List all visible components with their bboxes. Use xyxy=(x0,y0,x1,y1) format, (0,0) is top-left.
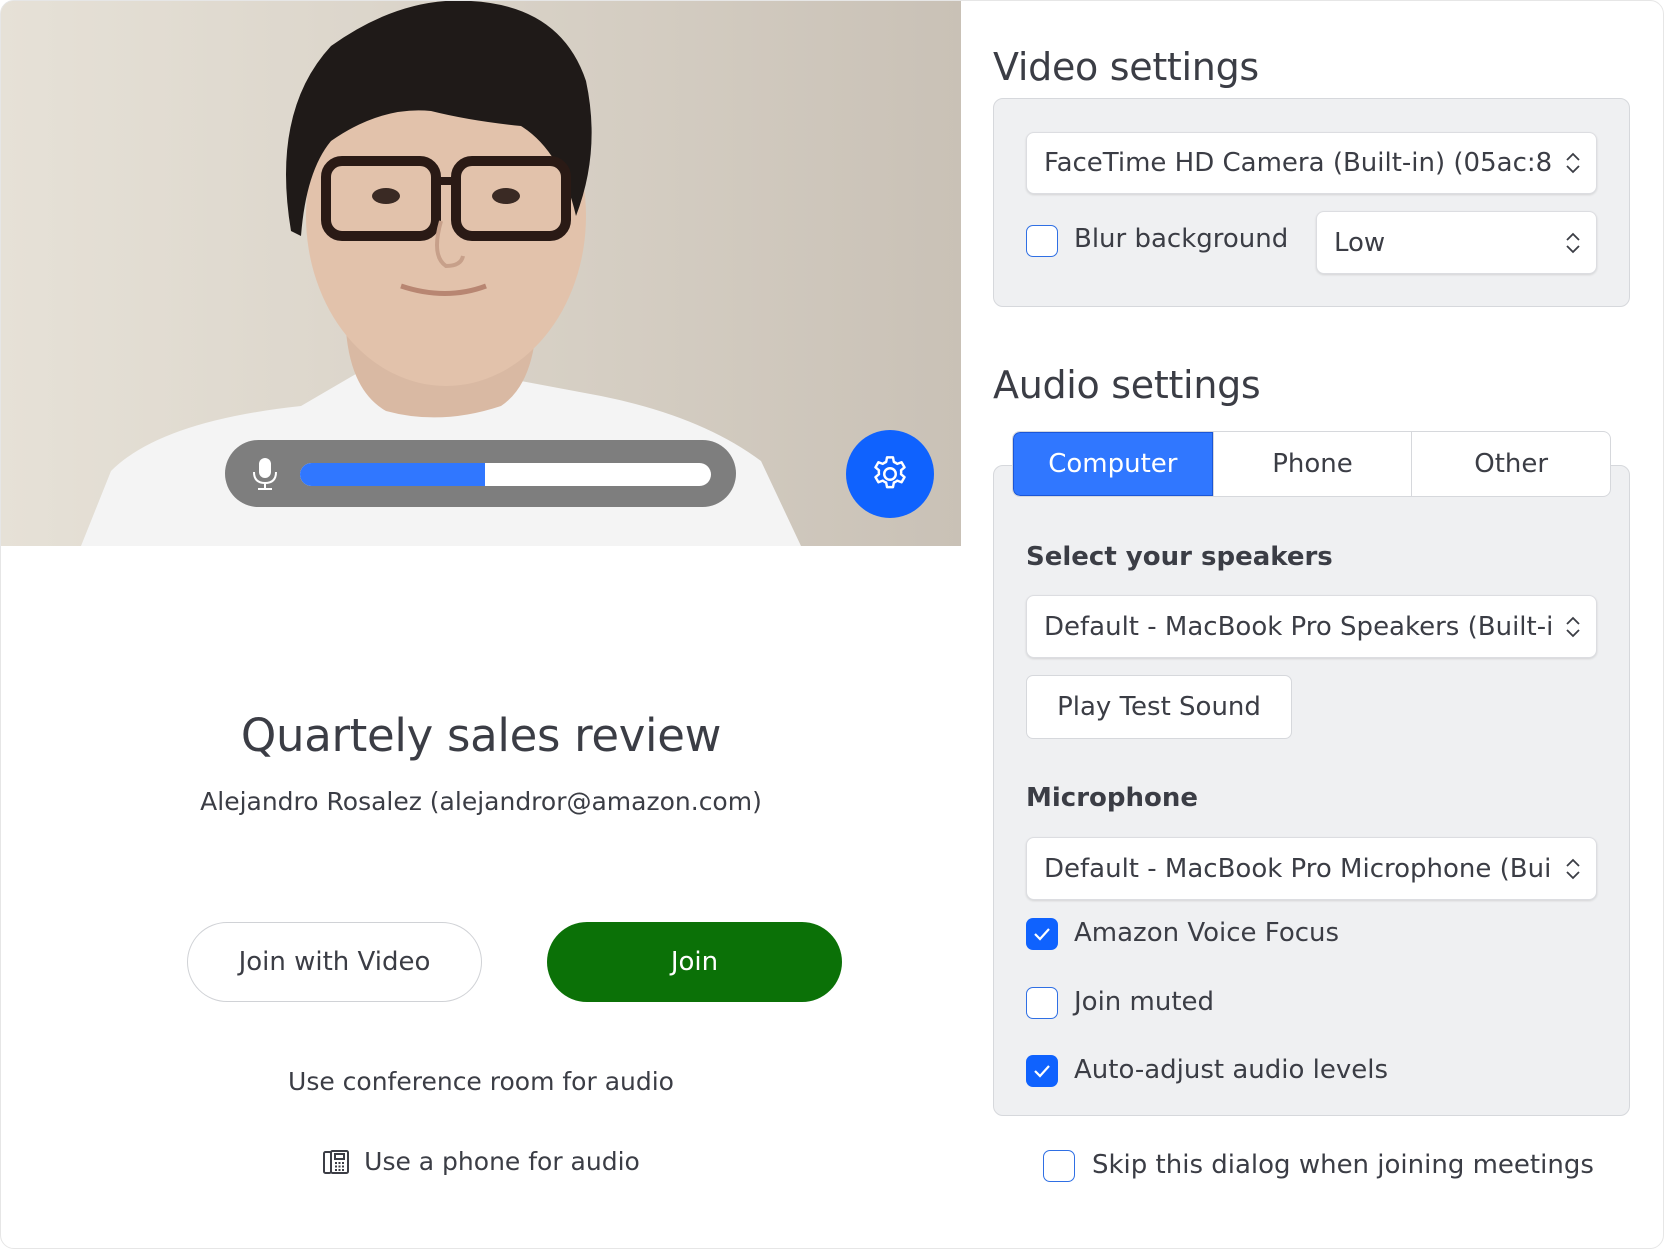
meeting-title: Quartely sales review xyxy=(240,709,722,762)
chevron-up-down-icon xyxy=(1566,232,1580,253)
use-conference-room-link[interactable]: Use conference room for audio xyxy=(1,1067,961,1096)
audio-settings-title: Audio settings xyxy=(993,363,1261,407)
chevron-up-down-icon xyxy=(1566,858,1580,879)
gear-icon xyxy=(874,456,906,489)
mic-level-fill xyxy=(300,463,485,486)
meeting-user: Alejandro Rosalez (alejandror@amazon.com… xyxy=(200,787,762,816)
video-settings-button[interactable] xyxy=(846,430,934,518)
speakers-select[interactable]: Default - MacBook Pro Speakers (Built-in… xyxy=(1026,595,1597,658)
auto-adjust-label: Auto-adjust audio levels xyxy=(1074,1055,1389,1085)
skip-dialog-label: Skip this dialog when joining meetings xyxy=(1092,1150,1594,1180)
mic-level-indicator xyxy=(225,440,736,507)
join-muted-checkbox[interactable] xyxy=(1026,987,1058,1019)
join-button[interactable]: Join xyxy=(547,922,842,1002)
voice-focus-label: Amazon Voice Focus xyxy=(1074,918,1340,948)
speakers-label: Select your speakers xyxy=(1026,542,1333,572)
video-settings-panel xyxy=(993,98,1630,307)
audio-source-tabs: Computer Phone Other xyxy=(1012,431,1611,497)
video-preview xyxy=(1,1,961,546)
use-phone-audio-link[interactable]: Use a phone for audio xyxy=(1,1147,961,1176)
blur-level-select[interactable]: Low xyxy=(1316,211,1597,274)
blur-background-checkbox[interactable] xyxy=(1026,225,1058,257)
phone-audio-label: Use a phone for audio xyxy=(364,1147,640,1176)
join-muted-label: Join muted xyxy=(1074,987,1215,1017)
auto-adjust-checkbox[interactable] xyxy=(1026,1055,1058,1087)
conference-room-label: Use conference room for audio xyxy=(288,1067,674,1096)
chevron-up-down-icon xyxy=(1566,616,1580,637)
play-test-sound-button[interactable]: Play Test Sound xyxy=(1026,675,1292,739)
blur-background-label: Blur background xyxy=(1074,224,1289,254)
skip-dialog-checkbox[interactable] xyxy=(1043,1150,1075,1182)
mic-level-bar xyxy=(300,463,711,486)
camera-select-value: FaceTime HD Camera (Built-in) (05ac:8514… xyxy=(1044,148,1552,178)
tab-other[interactable]: Other xyxy=(1411,432,1610,496)
tab-phone[interactable]: Phone xyxy=(1212,432,1412,496)
microphone-icon xyxy=(253,458,277,490)
camera-select[interactable]: FaceTime HD Camera (Built-in) (05ac:8514… xyxy=(1026,132,1597,194)
checkmark-icon xyxy=(1034,1065,1050,1078)
speakers-select-value: Default - MacBook Pro Speakers (Built-in… xyxy=(1044,611,1552,642)
microphone-select[interactable]: Default - MacBook Pro Microphone (Built-… xyxy=(1026,837,1597,900)
video-settings-title: Video settings xyxy=(993,45,1259,89)
join-with-video-button[interactable]: Join with Video xyxy=(187,922,482,1002)
blur-level-value: Low xyxy=(1334,227,1386,258)
voice-focus-checkbox[interactable] xyxy=(1026,918,1058,950)
meeting-join-dialog: Quartely sales review Alejandro Rosalez … xyxy=(0,0,1664,1249)
tab-computer[interactable]: Computer xyxy=(1013,432,1213,496)
microphone-select-value: Default - MacBook Pro Microphone (Built-… xyxy=(1044,853,1552,884)
checkmark-icon xyxy=(1034,928,1050,941)
desk-phone-icon xyxy=(323,1149,350,1174)
chevron-up-down-icon xyxy=(1566,152,1580,174)
microphone-label: Microphone xyxy=(1026,783,1199,813)
